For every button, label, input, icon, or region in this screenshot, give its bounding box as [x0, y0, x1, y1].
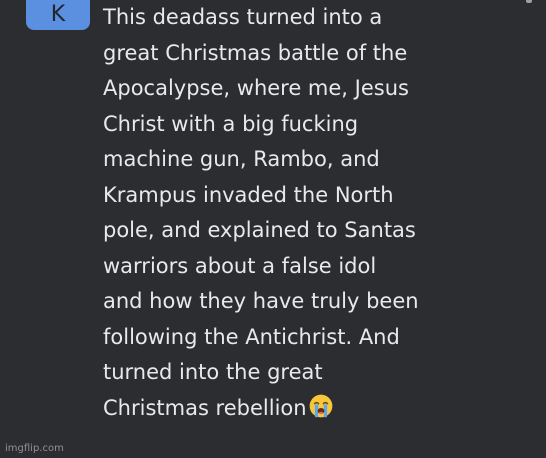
- comment-line: warriors about a false idol: [103, 253, 377, 278]
- comment-line: This deadass turned into a: [103, 5, 383, 29]
- loudly-crying-face-icon: [309, 394, 332, 417]
- comment-line-text: Christmas rebellion: [103, 395, 307, 420]
- comment-line: and how they have truly been: [103, 289, 419, 313]
- comment-line: Christ with a big fucking: [103, 111, 359, 136]
- comment-line: Krampus invaded the North: [103, 182, 394, 207]
- comment-line: great Christmas battle of the: [103, 40, 408, 65]
- avatar[interactable]: K: [26, 0, 90, 30]
- comment-line: turned into the great: [103, 360, 323, 384]
- comment-body: This deadass turned into a great Christm…: [103, 0, 523, 426]
- menu-icon[interactable]: [526, 0, 532, 3]
- watermark: imgflip.com: [5, 443, 64, 454]
- comment-line: machine gun, Rambo, and: [103, 147, 380, 171]
- comment-line: pole, and explained to Santas: [103, 218, 416, 242]
- comment-line: Apocalypse, where me, Jesus: [103, 76, 409, 100]
- comment-line: following the Antichrist. And: [103, 324, 400, 349]
- avatar-initial: K: [50, 2, 66, 27]
- comment-line-last: Christmas rebellion: [103, 391, 523, 427]
